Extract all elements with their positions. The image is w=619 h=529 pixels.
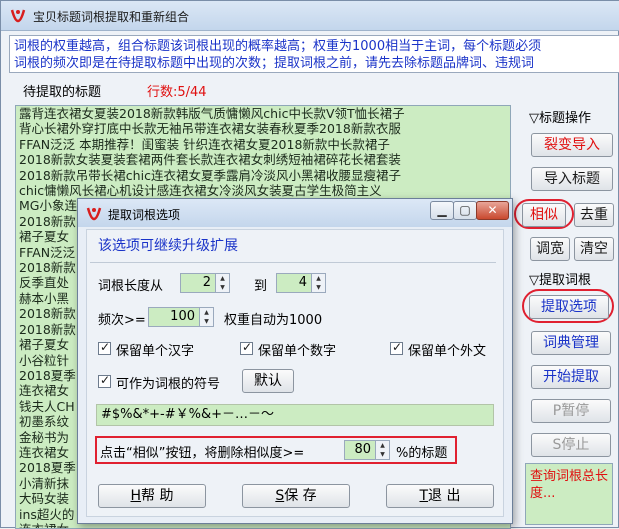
freq-note: 权重自动为1000 — [224, 313, 323, 328]
down-arrow-icon[interactable]: ▼ — [376, 450, 389, 459]
hint-line: 词根的频次即是在待提取标题中出现的次数；提取词根之前，请先去除标题品牌词、违规词 — [14, 56, 535, 71]
length-to-stepper[interactable]: 4 ▲ ▼ — [276, 273, 326, 293]
check-icon: ✓ — [392, 340, 403, 354]
close-button[interactable]: ✕ — [476, 201, 509, 220]
dedupe-button[interactable]: 去重 — [574, 203, 614, 227]
length-from-label: 词根长度从 — [98, 279, 164, 294]
check-icon: ✓ — [100, 340, 111, 354]
pause-button[interactable]: P暂停 — [531, 399, 611, 423]
save-hotkey: S — [275, 488, 285, 504]
pending-titles-label: 待提取的标题 — [23, 85, 102, 100]
check-icon: ✓ — [242, 340, 253, 354]
title-line: 2018新款女装夏装套裙两件套长款连衣裙女刺绣短袖裙碎花长裙套装 — [19, 152, 401, 168]
stepper-arrows[interactable]: ▲ ▼ — [199, 308, 213, 326]
similar-stepper[interactable]: 80 ▲ ▼ — [344, 440, 390, 460]
dict-manage-button[interactable]: 词典管理 — [531, 331, 611, 355]
start-extract-button[interactable]: 开始提取 — [531, 365, 611, 389]
similar-pre-label: 点击“相似”按钮，将删除相似度>= — [100, 446, 305, 461]
keep-single-digit-checkbox[interactable]: ✓ — [240, 340, 253, 355]
title-line: FFAN泛泛 本期推荐！闺蜜装 针织连衣裙女夏2018新款中长款裙子 — [19, 136, 390, 152]
row-count-label: 行数:5/44 — [147, 85, 207, 100]
length-to-label: 到 — [254, 279, 268, 294]
maximize-button[interactable]: ▢ — [453, 201, 477, 220]
up-arrow-icon[interactable]: ▲ — [376, 441, 389, 450]
window-title: 宝贝标题词根提取和重新组合 — [33, 10, 190, 24]
extract-group-label: ▽提取词根 — [529, 273, 591, 288]
extract-options-button[interactable]: 提取选项 — [529, 295, 609, 319]
help-hotkey: H — [130, 488, 142, 504]
length-from-value: 2 — [202, 275, 211, 290]
app-logo-icon — [10, 9, 26, 23]
maximize-icon: ▢ — [459, 203, 471, 217]
save-label: 保 存 — [284, 488, 317, 504]
check-icon: ✓ — [100, 373, 111, 387]
dialog-title: 提取词根选项 — [108, 208, 181, 222]
stat-output-box: 查询词根总长度... — [525, 463, 613, 525]
length-from-stepper[interactable]: 2 ▲ ▼ — [180, 273, 230, 293]
symbols-input[interactable]: #$%&*+-#￥%&+－…－～ — [96, 404, 494, 426]
stepper-arrows[interactable]: ▲ ▼ — [375, 441, 389, 459]
keep-single-digit-label: 保留单个数字 — [258, 344, 337, 359]
title-line: chic慵懒风长裙心机设计感连衣裙女冷淡风女装夏古学生极简主义 — [19, 183, 382, 199]
help-button[interactable]: H帮 助 — [98, 484, 206, 508]
freq-label: 频次>= — [98, 313, 146, 328]
title-line: 背心长裙外穿打底中长款无袖吊带连衣裙女装春秋夏季2018新款衣服 — [19, 121, 401, 137]
title-line: 露背连衣裙女夏装2018新款韩版气质慵懒风chic中长款V领T恤长裙子 — [19, 106, 405, 121]
as-symbol-label: 可作为词根的符号 — [116, 377, 221, 392]
close-icon: ✕ — [487, 203, 498, 217]
exit-button[interactable]: T退 出 — [386, 484, 494, 508]
import-titles-button[interactable]: 导入标题 — [531, 167, 613, 191]
stepper-arrows[interactable]: ▲ ▼ — [215, 274, 229, 292]
length-to-value: 4 — [298, 275, 307, 290]
exit-hotkey: T — [419, 488, 429, 504]
up-arrow-icon[interactable]: ▲ — [216, 274, 229, 283]
minimize-button[interactable]: ▁ — [430, 201, 454, 220]
similar-value: 80 — [354, 442, 371, 457]
default-button[interactable]: 默认 — [242, 369, 294, 393]
hint-line: 词根的权重越高，组合标题该词根出现的概率越高；权重为1000相当于主词，每个标题… — [14, 39, 542, 54]
minimize-icon: ▁ — [437, 203, 447, 217]
clear-button[interactable]: 清空 — [574, 237, 614, 261]
similar-button[interactable]: 相似 — [522, 203, 566, 227]
split-import-button[interactable]: 裂变导入 — [531, 133, 613, 157]
widen-button[interactable]: 调宽 — [530, 237, 570, 261]
title-line: 2018新款吊带长裙chic连衣裙女夏季露肩冷淡风小黑裙收腰显瘦裙子 — [19, 167, 401, 183]
hint-text-box: 词根的权重越高，组合标题该词根出现的概率越高；权重为1000相当于主词，每个标题… — [9, 35, 619, 73]
exit-label: 退 出 — [428, 488, 461, 504]
down-arrow-icon[interactable]: ▼ — [312, 283, 325, 292]
keep-single-han-label: 保留单个汉字 — [116, 344, 195, 359]
title-ops-group-label: ▽标题操作 — [529, 111, 591, 126]
up-arrow-icon[interactable]: ▲ — [312, 274, 325, 283]
keep-single-han-checkbox[interactable]: ✓ — [98, 340, 111, 355]
keep-single-foreign-checkbox[interactable]: ✓ — [390, 340, 403, 355]
dialog-titlebar[interactable]: 提取词根选项 ▁ ▢ ✕ — [78, 199, 512, 227]
down-arrow-icon[interactable]: ▼ — [200, 317, 213, 326]
dialog-separator — [90, 262, 496, 263]
as-symbol-checkbox[interactable]: ✓ — [98, 373, 111, 388]
stop-button[interactable]: S停止 — [531, 433, 611, 457]
freq-value: 100 — [170, 309, 195, 324]
save-button[interactable]: S保 存 — [242, 484, 350, 508]
main-titlebar[interactable]: 宝贝标题词根提取和重新组合 — [1, 1, 619, 31]
similar-post-label: %的标题 — [396, 446, 448, 461]
up-arrow-icon[interactable]: ▲ — [200, 308, 213, 317]
freq-stepper[interactable]: 100 ▲ ▼ — [148, 307, 214, 327]
keep-single-foreign-label: 保留单个外文 — [408, 344, 487, 359]
help-label: 帮 助 — [141, 488, 174, 504]
stepper-arrows[interactable]: ▲ ▼ — [311, 274, 325, 292]
dialog-heading: 该选项可继续升级扩展 — [98, 238, 238, 254]
app-logo-icon — [86, 207, 102, 221]
down-arrow-icon[interactable]: ▼ — [216, 283, 229, 292]
